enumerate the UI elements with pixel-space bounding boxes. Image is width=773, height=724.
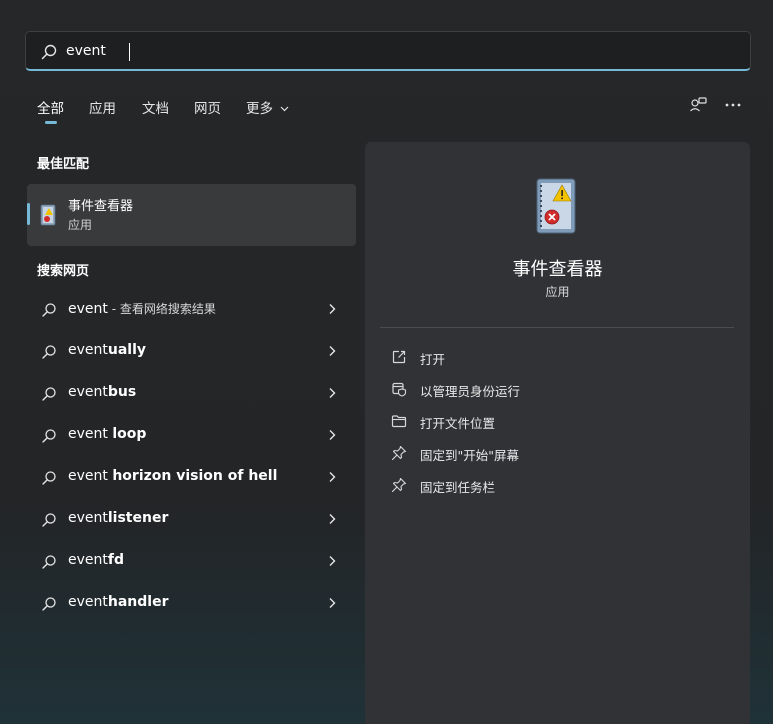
search-icon bbox=[42, 555, 56, 569]
search-icon bbox=[42, 387, 56, 401]
action-label: 固定到任务栏 bbox=[420, 480, 496, 495]
tab-label: 全部 bbox=[37, 101, 64, 117]
web-result-item[interactable]: eventlistener bbox=[27, 498, 356, 540]
tab-label: 更多 bbox=[246, 101, 273, 117]
search-icon bbox=[42, 303, 56, 317]
more-options-icon[interactable] bbox=[723, 95, 743, 115]
event-viewer-app-icon bbox=[536, 178, 576, 234]
search-icon bbox=[42, 471, 56, 485]
web-result-item[interactable]: eventfd bbox=[27, 540, 356, 582]
account-switch-icon[interactable] bbox=[688, 95, 708, 115]
detail-panel: 事件查看器 应用 打开 以管理员身份运行 打开文件位置 固定到"开始"屏幕 固定… bbox=[365, 142, 750, 724]
best-match-item[interactable]: 事件查看器 应用 bbox=[27, 184, 356, 246]
event-viewer-app-icon bbox=[40, 204, 56, 226]
action-list: 打开 以管理员身份运行 打开文件位置 固定到"开始"屏幕 固定到任务栏 bbox=[380, 341, 734, 501]
chevron-right-icon bbox=[329, 514, 336, 524]
search-icon bbox=[41, 44, 57, 60]
web-result-item[interactable]: event - 查看网络搜索结果 bbox=[27, 288, 356, 330]
web-results-list: event - 查看网络搜索结果 eventually eventbus eve… bbox=[27, 288, 356, 624]
chevron-right-icon bbox=[329, 472, 336, 482]
web-result-text: event loop bbox=[68, 426, 147, 442]
detail-app-type: 应用 bbox=[545, 285, 570, 299]
best-match-type: 应用 bbox=[68, 218, 93, 232]
active-tab-indicator bbox=[45, 121, 57, 124]
chevron-right-icon bbox=[329, 598, 336, 608]
tab-label: 文档 bbox=[142, 101, 169, 117]
action-label: 打开文件位置 bbox=[420, 416, 496, 431]
web-result-text: eventually bbox=[68, 342, 147, 358]
chevron-right-icon bbox=[329, 346, 336, 356]
web-result-item[interactable]: eventually bbox=[27, 330, 356, 372]
search-icon bbox=[42, 345, 56, 359]
chevron-right-icon bbox=[329, 304, 336, 314]
detail-app-name: 事件查看器 bbox=[512, 259, 603, 280]
action-open[interactable]: 打开 bbox=[380, 341, 734, 373]
selection-indicator bbox=[27, 203, 30, 225]
web-result-text: eventfd bbox=[68, 552, 124, 568]
web-search-heading: 搜索网页 bbox=[37, 264, 90, 279]
tab-more[interactable]: 更多 bbox=[246, 97, 289, 117]
web-result-text: eventlistener bbox=[68, 510, 169, 526]
best-match-name: 事件查看器 bbox=[68, 199, 134, 214]
chevron-down-icon bbox=[280, 106, 289, 112]
pin-icon bbox=[391, 477, 407, 493]
folder-icon bbox=[391, 415, 407, 428]
web-result-item[interactable]: eventbus bbox=[27, 372, 356, 414]
search-input[interactable] bbox=[66, 40, 726, 62]
search-icon bbox=[42, 597, 56, 611]
text-cursor bbox=[129, 43, 130, 61]
web-result-text: event - 查看网络搜索结果 bbox=[68, 301, 216, 317]
chevron-right-icon bbox=[329, 388, 336, 398]
action-run-as-admin[interactable]: 以管理员身份运行 bbox=[380, 373, 734, 405]
action-pin-to-taskbar[interactable]: 固定到任务栏 bbox=[380, 469, 734, 501]
tab-label: 应用 bbox=[89, 101, 116, 117]
divider bbox=[380, 327, 734, 328]
action-label: 打开 bbox=[420, 352, 446, 367]
best-match-heading: 最佳匹配 bbox=[37, 157, 90, 172]
web-result-item[interactable]: event loop bbox=[27, 414, 356, 456]
search-icon bbox=[42, 429, 56, 443]
chevron-right-icon bbox=[329, 430, 336, 440]
tab-web[interactable]: 网页 bbox=[194, 97, 221, 117]
search-box[interactable] bbox=[25, 31, 751, 71]
action-open-file-location[interactable]: 打开文件位置 bbox=[380, 405, 734, 437]
web-result-item[interactable]: eventhandler bbox=[27, 582, 356, 624]
action-label: 以管理员身份运行 bbox=[420, 384, 521, 399]
open-external-icon bbox=[392, 350, 406, 364]
web-result-text: eventhandler bbox=[68, 594, 169, 610]
search-icon bbox=[42, 513, 56, 527]
tab-documents[interactable]: 文档 bbox=[142, 97, 169, 117]
web-result-text: event horizon vision of hell bbox=[68, 468, 278, 484]
tab-apps[interactable]: 应用 bbox=[89, 97, 116, 117]
tab-label: 网页 bbox=[194, 101, 221, 117]
shield-admin-icon bbox=[392, 382, 407, 397]
tab-all[interactable]: 全部 bbox=[37, 97, 64, 124]
pin-icon bbox=[391, 445, 407, 461]
chevron-right-icon bbox=[329, 556, 336, 566]
web-result-item[interactable]: event horizon vision of hell bbox=[27, 456, 356, 498]
web-result-text: eventbus bbox=[68, 384, 137, 400]
action-pin-to-start[interactable]: 固定到"开始"屏幕 bbox=[380, 437, 734, 469]
action-label: 固定到"开始"屏幕 bbox=[420, 448, 519, 463]
